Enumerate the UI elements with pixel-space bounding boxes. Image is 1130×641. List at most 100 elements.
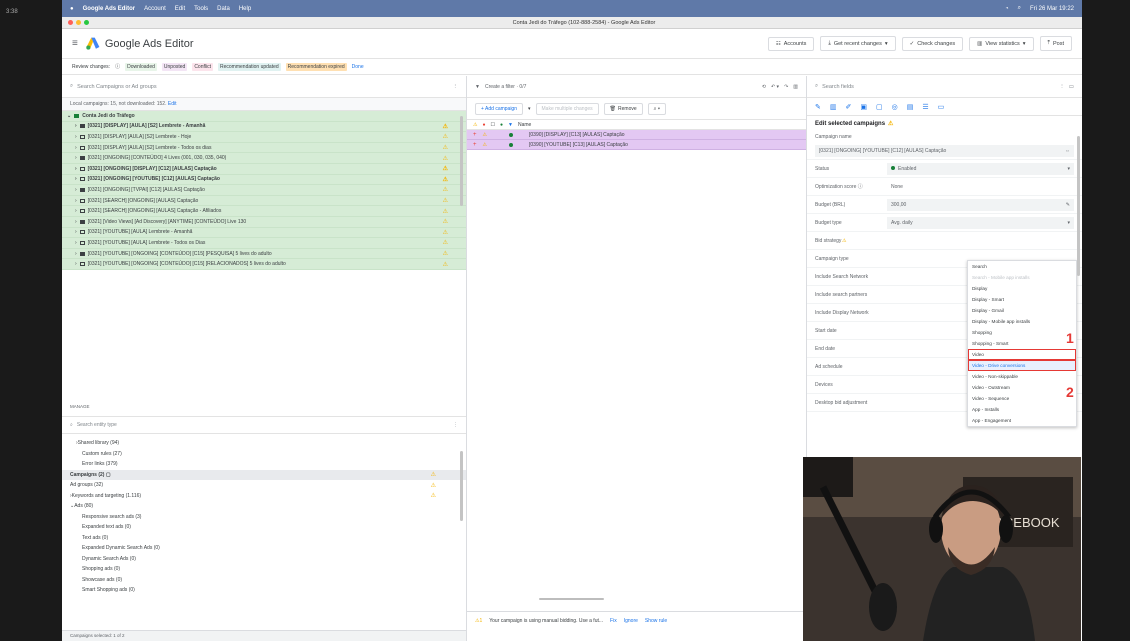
edit-link[interactable]: Edit xyxy=(168,101,177,107)
bar-chart-icon[interactable]: ▥ xyxy=(830,103,837,111)
campaign-name-field[interactable]: [0321] [ONGOING] [YOUTUBE] [C12] [AULAS]… xyxy=(807,142,1082,160)
manager-item[interactable]: Smart Shopping ads (0) xyxy=(62,585,466,596)
ignore-link[interactable]: Ignore xyxy=(624,618,638,624)
campaign-type-option[interactable]: Display - Smart xyxy=(968,294,1076,305)
campaign-row[interactable]: › [0321] [YOUTUBE] [ONGOING] [CONTEÚDO] [… xyxy=(62,259,466,270)
campaign-row[interactable]: › [0321] [ONGOING] [DISPLAY] [C12] [AULAS… xyxy=(62,164,466,175)
field-value-box[interactable]: None xyxy=(887,181,1074,193)
campaign-type-option[interactable]: Video - Outstream xyxy=(968,382,1076,393)
manager-scrollbar[interactable] xyxy=(460,451,463,521)
more-icon[interactable]: ⋮ xyxy=(1059,84,1065,90)
entity-search-input[interactable]: Search entity type xyxy=(77,422,117,428)
redo-icon[interactable]: ↷ xyxy=(784,84,788,90)
chevron-right-icon[interactable]: › xyxy=(75,229,77,235)
minimize-window-button[interactable] xyxy=(76,20,81,25)
manager-item[interactable]: Dynamic Search Ads (0) xyxy=(62,554,466,565)
menu-item-edit[interactable]: Edit xyxy=(175,6,185,12)
filter-input[interactable]: Create a filter · 0/7 xyxy=(485,84,526,90)
post-button[interactable]: ⤒ Post xyxy=(1039,36,1072,51)
field-value-box[interactable]: Avg. daily ▾ xyxy=(887,216,1074,229)
manager-item[interactable]: ⌄ Ads (80) xyxy=(62,501,466,512)
warning-col-icon[interactable]: ⚠ xyxy=(473,122,477,128)
campaign-row[interactable]: › [0321] [SEARCH] [ONGOING] [AULAS] Capta… xyxy=(62,206,466,217)
remove-button[interactable]: 🗑 Remove xyxy=(603,102,643,115)
campaign-type-option[interactable]: App - Engagement xyxy=(968,415,1076,426)
menu-clock[interactable]: Fri 26 Mar 19:22 xyxy=(1030,6,1074,12)
campaign-type-option[interactable]: Display xyxy=(968,283,1076,294)
columns-icon[interactable]: ▥ xyxy=(793,84,798,90)
field-search-input[interactable]: Search fields xyxy=(822,84,854,90)
more-icon[interactable]: ⋮ xyxy=(453,84,459,90)
campaign-row[interactable]: › [0321] [SEARCH] [ONGOING] [AULAS] Capta… xyxy=(62,196,466,207)
menu-item-data[interactable]: Data xyxy=(217,6,230,12)
accounts-button[interactable]: ☷ Accounts xyxy=(767,36,815,51)
panel-toggle-icon[interactable]: ▭ xyxy=(1069,84,1074,90)
manager-item[interactable]: › Shared library (94) xyxy=(62,438,466,449)
add-campaign-button[interactable]: + Add campaign xyxy=(475,102,523,115)
edit-icon[interactable]: ✎ xyxy=(1066,202,1070,208)
chevron-right-icon[interactable]: › xyxy=(75,219,77,225)
field-value-box[interactable]: Enabled ▾ xyxy=(887,162,1074,175)
campaign-row[interactable]: › [0321] [DISPLAY] [AULA] [S2] Lembrete -… xyxy=(62,122,466,133)
manager-item[interactable]: Campaigns (2) ▢ ⚠ xyxy=(62,469,466,480)
manager-item[interactable]: Custom rules (27) xyxy=(62,449,466,460)
manager-item[interactable]: Responsive search ads (3) xyxy=(62,512,466,523)
expand-icon[interactable]: ⇔ xyxy=(1065,148,1070,154)
checkbox-col-icon[interactable]: ☐ xyxy=(491,122,495,128)
zoom-window-button[interactable] xyxy=(84,20,89,25)
menu-app-name[interactable]: Google Ads Editor xyxy=(83,6,135,12)
campaign-row[interactable]: › [0321] [YOUTUBE] [AULA] Lembrete - Aman… xyxy=(62,228,466,239)
chip-conflict[interactable]: Conflict xyxy=(192,62,213,71)
campaign-row[interactable]: › [0321] [YOUTUBE] [AULA] Lembrete - Todo… xyxy=(62,238,466,249)
campaign-type-option[interactable]: Video - Drive conversions xyxy=(968,360,1076,371)
chevron-right-icon[interactable]: › xyxy=(75,176,77,182)
search-icon[interactable]: ⌕ xyxy=(1018,5,1021,12)
manager-item[interactable]: Expanded Dynamic Search Ads (0) xyxy=(62,543,466,554)
chevron-right-icon[interactable]: › xyxy=(75,134,77,140)
campaign-type-option[interactable]: Display - Mobile app installs xyxy=(968,316,1076,327)
pin-col-icon[interactable]: ▼ xyxy=(508,122,513,128)
campaign-search-input[interactable]: Search Campaigns or Ad groups xyxy=(77,84,157,90)
pencil-icon[interactable]: ✐ xyxy=(846,103,852,111)
campaign-row[interactable]: › [0321] [ONGOING] [CONTEÚDO] 4 Lives (00… xyxy=(62,153,466,164)
campaign-type-option[interactable]: App - Installs xyxy=(968,404,1076,415)
campaign-type-option[interactable]: Search - Mobile app installs xyxy=(968,272,1076,283)
manager-item[interactable]: Showcase ads (0) xyxy=(62,575,466,586)
field-value-box[interactable]: 300,00 ✎ xyxy=(887,198,1074,211)
campaign-type-option[interactable]: Display - Gmail xyxy=(968,305,1076,316)
field-search[interactable]: ⌕ Search fields ⋮ ▭ xyxy=(807,76,1082,98)
filter-icon[interactable]: ▼ xyxy=(475,84,480,90)
target-icon[interactable]: ◎ xyxy=(892,103,898,111)
more-icon[interactable]: ⋮ xyxy=(453,422,458,428)
chevron-down-icon[interactable]: ▾ xyxy=(528,106,531,112)
menu-icon[interactable]: ≡ xyxy=(72,38,78,49)
campaign-type-option[interactable]: Search xyxy=(968,261,1076,272)
campaign-row[interactable]: › [0321] [Video Views] [Ad Discovery] [AN… xyxy=(62,217,466,228)
fix-link[interactable]: Fix xyxy=(610,618,617,624)
rect-icon[interactable]: ▭ xyxy=(938,103,945,111)
campaign-grid-row[interactable]: + ⚠ [0390] [YOUTUBE] [C13] [AULAS] Captaçã… xyxy=(467,140,806,150)
edit-scrollbar[interactable] xyxy=(1077,136,1080,276)
campaign-row[interactable]: › [0321] [ONGOING] [TVPAI] [C12] [AULAS] … xyxy=(62,185,466,196)
chevron-right-icon[interactable]: › xyxy=(75,240,77,246)
error-col-icon[interactable]: ● xyxy=(482,122,485,128)
done-link[interactable]: Done xyxy=(352,64,364,70)
manager-item[interactable]: Expanded text ads (0) xyxy=(62,522,466,533)
image-icon[interactable]: ▤ xyxy=(907,103,914,111)
chevron-right-icon[interactable]: › xyxy=(75,198,77,204)
undo-icon[interactable]: ↶ ▾ xyxy=(771,84,779,90)
campaign-row[interactable]: › [0321] [DISPLAY] [AULA] [S2] Lembrete -… xyxy=(62,132,466,143)
entity-search[interactable]: ⌕ Search entity type ⋮ xyxy=(62,416,466,434)
campaign-search[interactable]: ⌕ Search Campaigns or Ad groups ⋮ xyxy=(62,76,466,98)
chip-downloaded[interactable]: Downloaded xyxy=(125,62,157,71)
campaign-type-option[interactable]: Shopping xyxy=(968,327,1076,338)
chevron-right-icon[interactable]: › xyxy=(75,123,77,129)
tree-scrollbar[interactable] xyxy=(460,116,463,206)
display-icon[interactable]: ▢ xyxy=(876,103,883,111)
check-changes-button[interactable]: ✓ Check changes xyxy=(901,36,964,51)
chevron-right-icon[interactable]: › xyxy=(75,166,77,172)
info-icon[interactable]: ⓘ xyxy=(115,63,120,70)
campaign-row[interactable]: › [0321] [YOUTUBE] [ONGOING] [CONTEÚDO] [… xyxy=(62,249,466,260)
name-column-header[interactable]: Name xyxy=(518,122,531,128)
manager-item[interactable]: Text ads (0) xyxy=(62,533,466,544)
